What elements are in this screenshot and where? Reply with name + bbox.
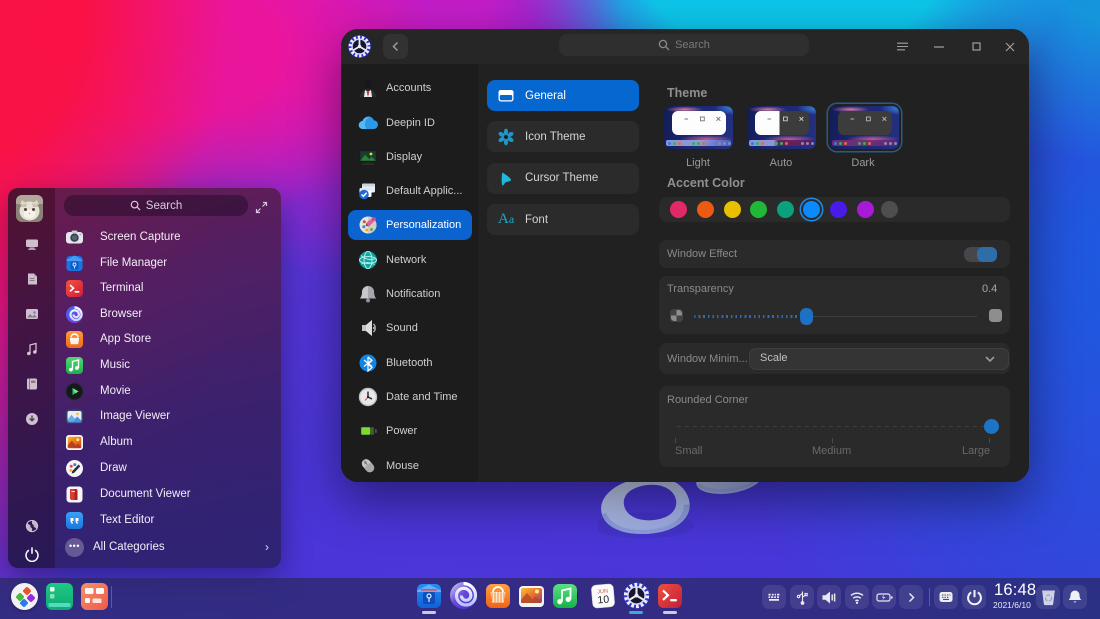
svg-text:10: 10: [597, 593, 610, 606]
